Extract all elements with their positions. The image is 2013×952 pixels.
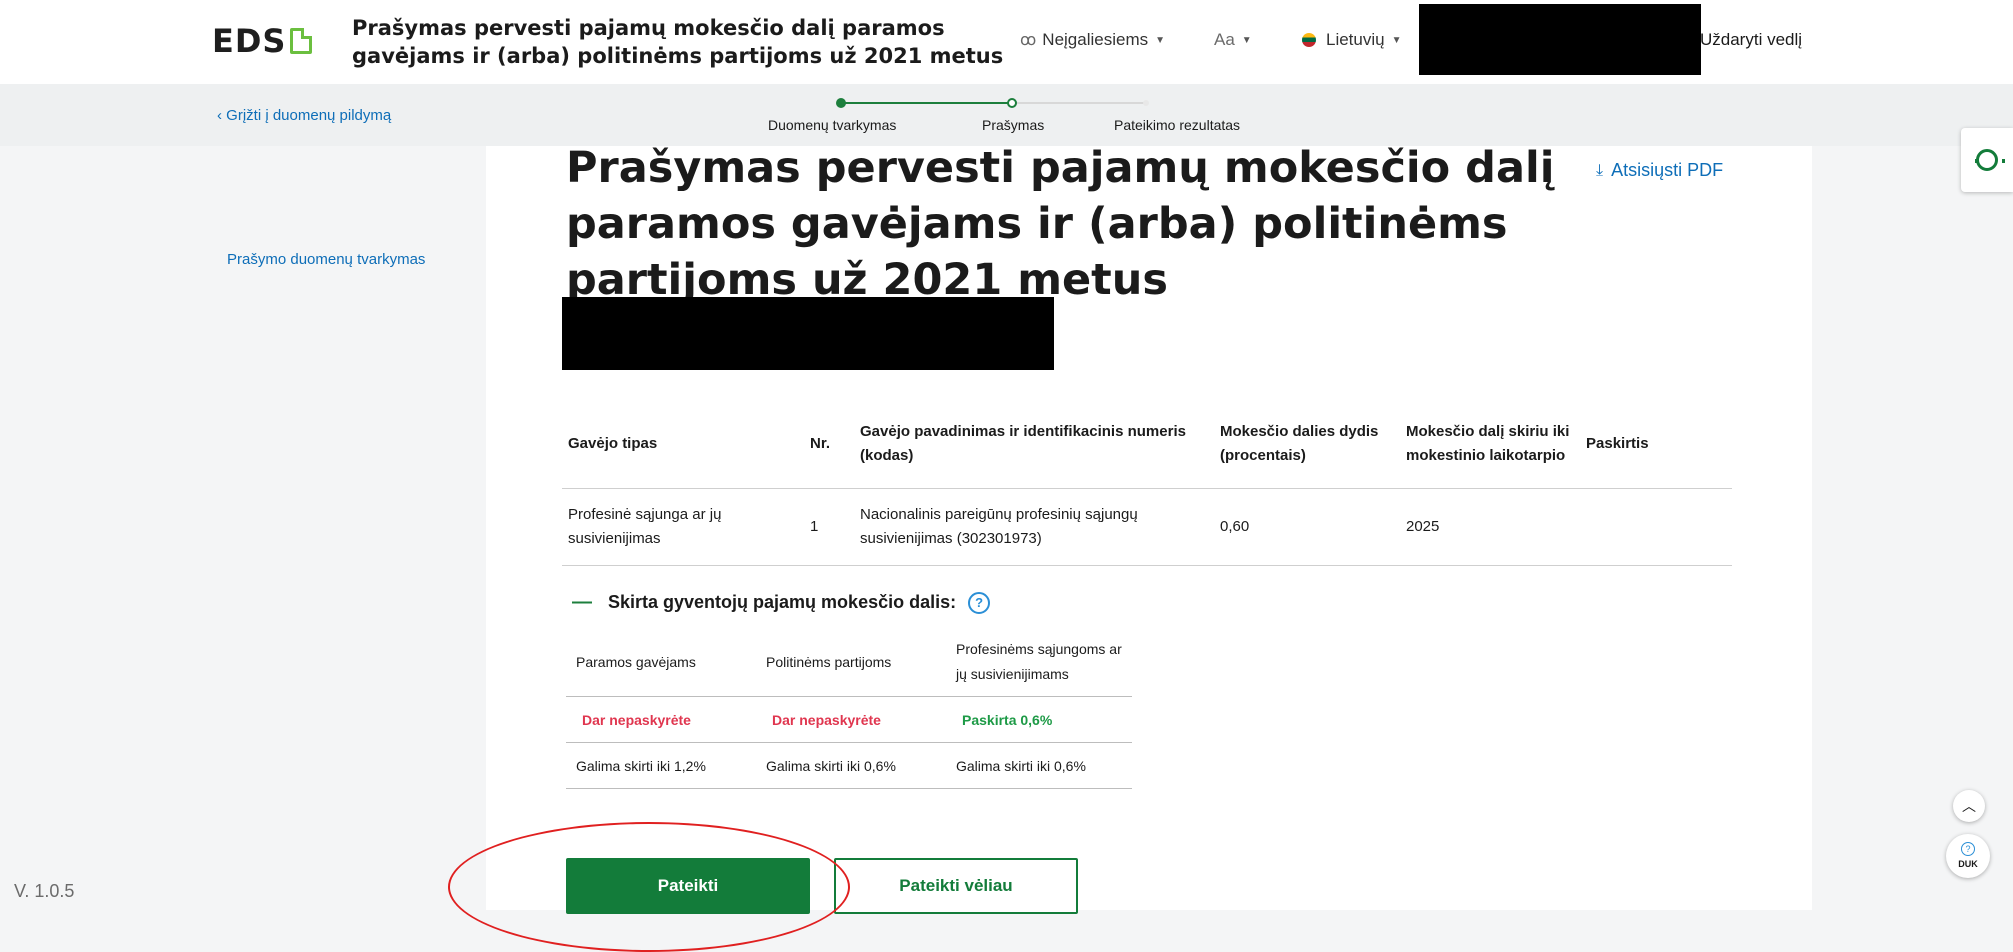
table-header-row: Gavėjo tipas Nr. Gavėjo pavadinimas ir i…: [562, 400, 1732, 489]
stepper-line-done: [840, 102, 1010, 104]
limit-donations: Galima skirti iki 1,2%: [566, 742, 756, 789]
back-link[interactable]: ‹ Grįžti į duomenų pildymą: [217, 107, 391, 124]
col-header: Mokesčio dalį skiriu iki mokestinio laik…: [1406, 423, 1570, 464]
step-label-data[interactable]: Duomenų tvarkymas: [768, 117, 896, 133]
header-title: Prašymas pervesti pajamų mokesčio dalį p…: [352, 16, 1004, 68]
version-label: V. 1.0.5: [14, 881, 75, 901]
stepper-line-pending: [1010, 102, 1145, 104]
caret-down-icon: ▼: [1391, 34, 1402, 46]
annotation-ellipse: [448, 822, 850, 952]
font-size-menu[interactable]: Aa ▼: [1214, 30, 1252, 50]
cell-purpose: [1580, 488, 1732, 566]
eds-logo[interactable]: EDS: [212, 22, 313, 60]
help-icon[interactable]: ?: [968, 591, 991, 614]
leftnav-item-data-management[interactable]: Prašymo duomenų tvarkymas: [227, 251, 425, 268]
faq-button[interactable]: ? DUK: [1946, 834, 1990, 878]
caret-down-icon: ▼: [1155, 34, 1166, 46]
faq-label: DUK: [1958, 859, 1978, 869]
cell-name: Nacionalinis pareigūnų profesinių sąjung…: [854, 488, 1214, 566]
limit-unions: Galima skirti iki 0,6%: [946, 742, 1132, 789]
top-header: EDS Prašymas pervesti pajamų mokesčio da…: [0, 0, 2013, 84]
submit-later-button[interactable]: Pateikti vėliau: [834, 858, 1078, 914]
caret-down-icon: ▼: [1241, 34, 1252, 46]
step-dot-pending: [1143, 100, 1149, 106]
share-limit-row: Galima skirti iki 1,2% Galima skirti iki…: [566, 742, 1132, 789]
share-header-row: Paramos gavėjams Politinėms partijoms Pr…: [566, 628, 1132, 697]
step-dot-done: [836, 98, 846, 108]
share-status-row: Dar nepaskyrėte Dar nepaskyrėte Paskirta…: [566, 696, 1132, 743]
headset-icon: [1975, 149, 2005, 171]
page-title: Prašymas pervesti pajamų mokesčio dalį p…: [566, 143, 1555, 305]
step-label-request[interactable]: Prašymas: [982, 117, 1044, 133]
scroll-top-button[interactable]: ︿: [1953, 790, 1985, 822]
status-parties: Dar nepaskyrėte: [756, 696, 946, 743]
share-heading: Skirta gyventojų pajamų mokesčio dalis:: [608, 592, 957, 612]
accessibility-menu[interactable]: ꝏ Neįgaliesiems ▼: [1020, 30, 1165, 50]
step-dot-current: [1007, 98, 1017, 108]
stepper: Duomenų tvarkymas Prašymas Pateikimo rez…: [760, 94, 1280, 138]
cell-until: 2025: [1400, 488, 1580, 566]
limit-parties: Galima skirti iki 0,6%: [756, 742, 946, 789]
back-link-label: Grįžti į duomenų pildymą: [226, 107, 392, 124]
share-col-header: Paramos gavėjams: [566, 628, 756, 697]
share-col-header: Politinėms partijoms: [756, 628, 946, 697]
share-table: Paramos gavėjams Politinėms partijoms Pr…: [566, 628, 1132, 789]
cell-type: Profesinė sąjunga ar jų susivienijimas: [562, 488, 804, 566]
lithuania-flag-icon: [1302, 33, 1316, 47]
cell-nr: 1: [804, 488, 854, 566]
chevron-left-icon: ‹: [217, 107, 222, 124]
share-section-toggle[interactable]: — Skirta gyventojų pajamų mokesčio dalis…: [572, 591, 991, 614]
cell-percent: 0,60: [1214, 488, 1400, 566]
status-unions: Paskirta 0,6%: [946, 696, 1132, 743]
logo-text: EDS: [212, 22, 287, 60]
col-header: Gavėjo tipas: [568, 435, 658, 452]
recipients-table: Gavėjo tipas Nr. Gavėjo pavadinimas ir i…: [562, 400, 1732, 566]
document-icon: [290, 28, 313, 54]
collapse-icon: —: [572, 591, 592, 613]
chevron-up-icon: ︿: [1962, 798, 1976, 814]
glasses-icon: ꝏ: [1020, 32, 1037, 49]
download-icon: ⤓: [1596, 161, 1604, 179]
support-button[interactable]: [1961, 128, 2013, 192]
language-menu[interactable]: Lietuvių ▼: [1302, 30, 1402, 50]
col-header: Nr.: [810, 435, 831, 452]
col-header: Paskirtis: [1586, 435, 1649, 452]
download-label: Atsisiųsti PDF: [1611, 160, 1724, 180]
accessibility-label: Neįgaliesiems: [1042, 30, 1149, 49]
step-label-result: Pateikimo rezultatas: [1114, 117, 1241, 133]
download-pdf-link[interactable]: ⤓ Atsisiųsti PDF: [1596, 160, 1723, 181]
table-row: Profesinė sąjunga ar jų susivienijimas 1…: [562, 488, 1732, 566]
share-col-header: Profesinėms sąjungoms ar jų susivienijim…: [946, 628, 1132, 697]
redacted-block: [562, 297, 1054, 370]
col-header: Gavėjo pavadinimas ir identifikacinis nu…: [860, 423, 1186, 464]
font-size-label: Aa: [1214, 30, 1235, 49]
close-wizard-link[interactable]: Uždaryti vedlį: [1700, 30, 1802, 50]
col-header: Mokesčio dalies dydis (procentais): [1220, 423, 1379, 464]
language-label: Lietuvių: [1326, 30, 1385, 49]
status-donations: Dar nepaskyrėte: [566, 696, 756, 743]
question-icon: ?: [1961, 842, 1975, 856]
redacted-block: [1419, 4, 1701, 75]
